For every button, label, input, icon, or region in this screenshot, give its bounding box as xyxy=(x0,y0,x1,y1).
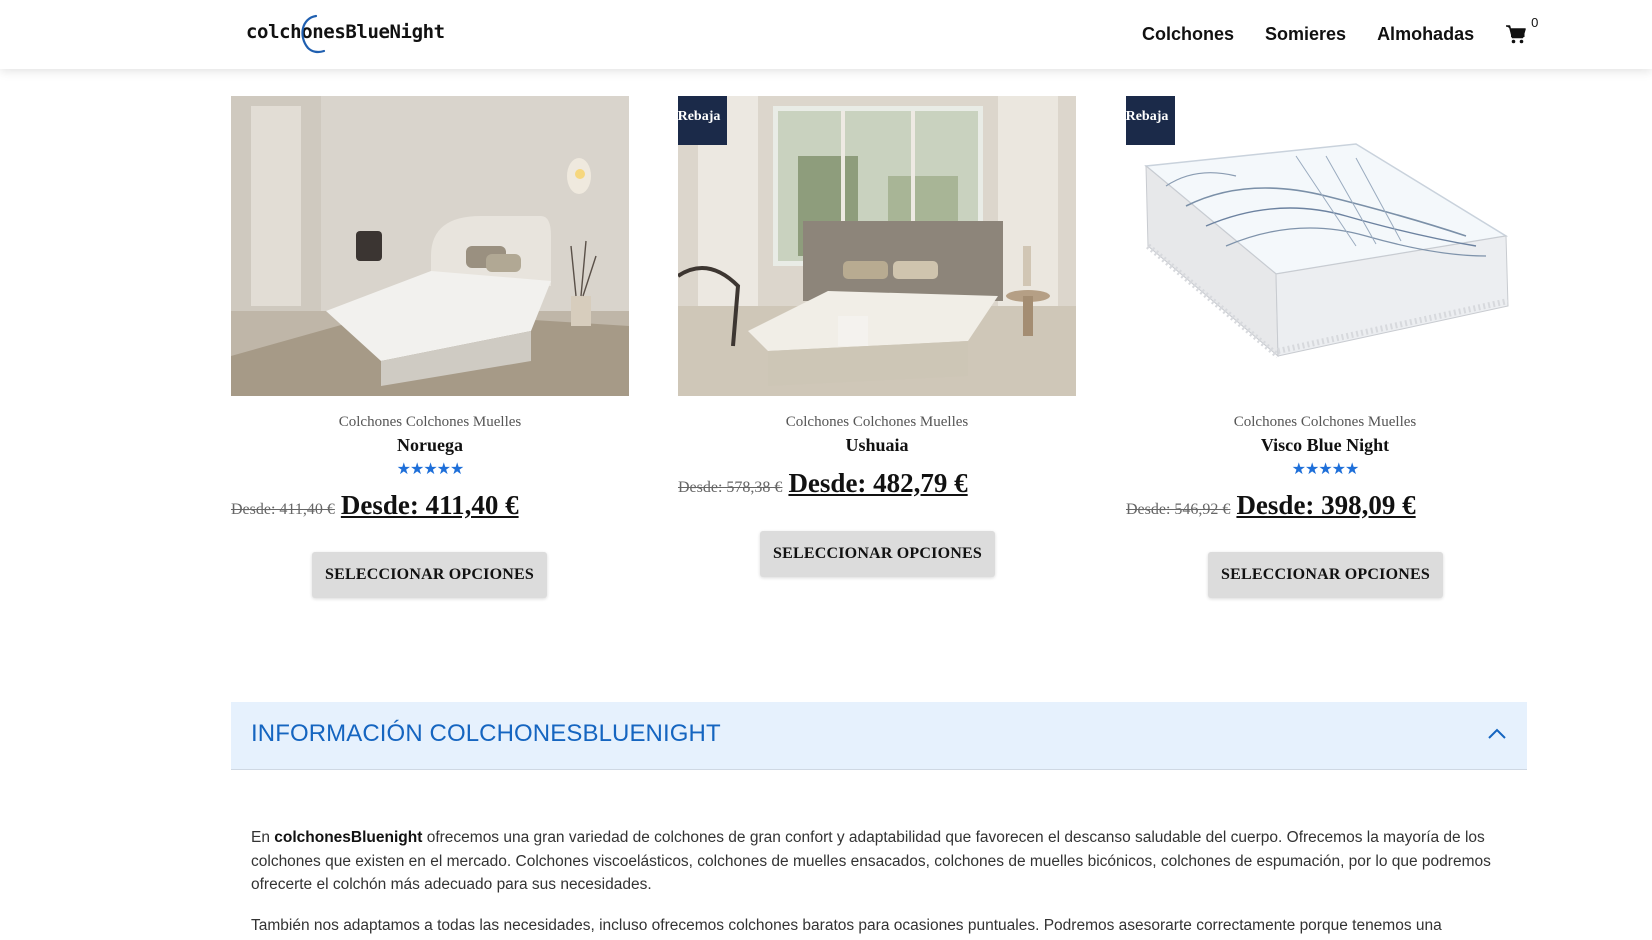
nav-somieres[interactable]: Somieres xyxy=(1265,22,1346,46)
logo-moon-icon xyxy=(301,14,326,54)
price-row: Desde: 546,92 € Desde: 398,09 € xyxy=(1126,490,1524,521)
bedroom-photo xyxy=(678,96,1076,396)
bedroom-photo xyxy=(231,96,629,396)
new-price: Desde: 411,40 € xyxy=(340,490,519,520)
info-title: INFORMACIÓN COLCHONESBLUENIGHT xyxy=(251,720,721,747)
cart-button[interactable]: 0 xyxy=(1505,15,1538,45)
info-accordion-header[interactable]: INFORMACIÓN COLCHONESBLUENIGHT xyxy=(231,702,1527,770)
old-price: Desde: 546,92 € xyxy=(1126,501,1231,518)
product-name[interactable]: Ushuaia xyxy=(678,435,1076,456)
info-paragraph-2: También nos adaptamos a todas las necesi… xyxy=(251,916,1442,934)
product-category[interactable]: Colchones Colchones Muelles xyxy=(231,414,629,431)
product-name[interactable]: Noruega xyxy=(231,435,629,456)
old-price: Desde: 411,40 € xyxy=(231,501,335,518)
product-image[interactable]: Rebaja xyxy=(1126,96,1524,396)
select-options-button[interactable]: SELECCIONAR OPCIONES xyxy=(1208,552,1443,598)
product-category[interactable]: Colchones Colchones Muelles xyxy=(678,414,1076,431)
sale-badge: Rebaja xyxy=(678,96,727,145)
cart-icon xyxy=(1506,25,1526,44)
product-card: Rebaja Colchones Colchones Muelles Ushua… xyxy=(678,96,1076,577)
info-paragraph-1: En colchonesBluenight ofrecemos una gran… xyxy=(251,829,1491,893)
site-logo[interactable]: colchonesBlueNight xyxy=(246,14,445,54)
select-options-button[interactable]: SELECCIONAR OPCIONES xyxy=(760,531,995,577)
nav-almohadas[interactable]: Almohadas xyxy=(1377,22,1474,46)
chevron-up-icon[interactable] xyxy=(1487,726,1507,740)
star-rating: ★★★★★ xyxy=(1291,461,1360,478)
product-category[interactable]: Colchones Colchones Muelles xyxy=(1126,414,1524,431)
old-price: Desde: 578,38 € xyxy=(678,479,783,496)
product-image[interactable]: Rebaja xyxy=(678,96,1076,396)
sale-badge: Rebaja xyxy=(1126,96,1175,145)
nav-colchones[interactable]: Colchones xyxy=(1142,22,1234,46)
product-image[interactable] xyxy=(231,96,629,396)
logo-text-prefix: colch xyxy=(246,21,302,43)
new-price: Desde: 482,79 € xyxy=(788,468,968,498)
info-content: En colchonesBluenight ofrecemos una gran… xyxy=(251,826,1511,940)
price-row: Desde: 578,38 € Desde: 482,79 € xyxy=(678,468,1076,499)
cart-count: 0 xyxy=(1531,15,1539,30)
brand-name: colchonesBluenight xyxy=(274,829,423,846)
price-row: Desde: 411,40 € Desde: 411,40 € xyxy=(231,490,629,521)
star-rating: ★★★★★ xyxy=(396,461,465,478)
product-card: Rebaja Colchones Colchones Muelles Visco… xyxy=(1126,96,1524,598)
new-price: Desde: 398,09 € xyxy=(1236,490,1416,520)
mattress-photo xyxy=(1126,96,1524,396)
product-card: Colchones Colchones Muelles Noruega ★★★★… xyxy=(231,96,629,598)
site-header: colchonesBlueNight Colchones Somieres Al… xyxy=(0,0,1652,69)
select-options-button[interactable]: SELECCIONAR OPCIONES xyxy=(312,552,547,598)
product-name[interactable]: Visco Blue Night xyxy=(1126,435,1524,456)
logo-text-suffix: nesBlueNight xyxy=(312,21,445,43)
main-nav: Colchones Somieres Almohadas 0 xyxy=(1142,15,1538,46)
